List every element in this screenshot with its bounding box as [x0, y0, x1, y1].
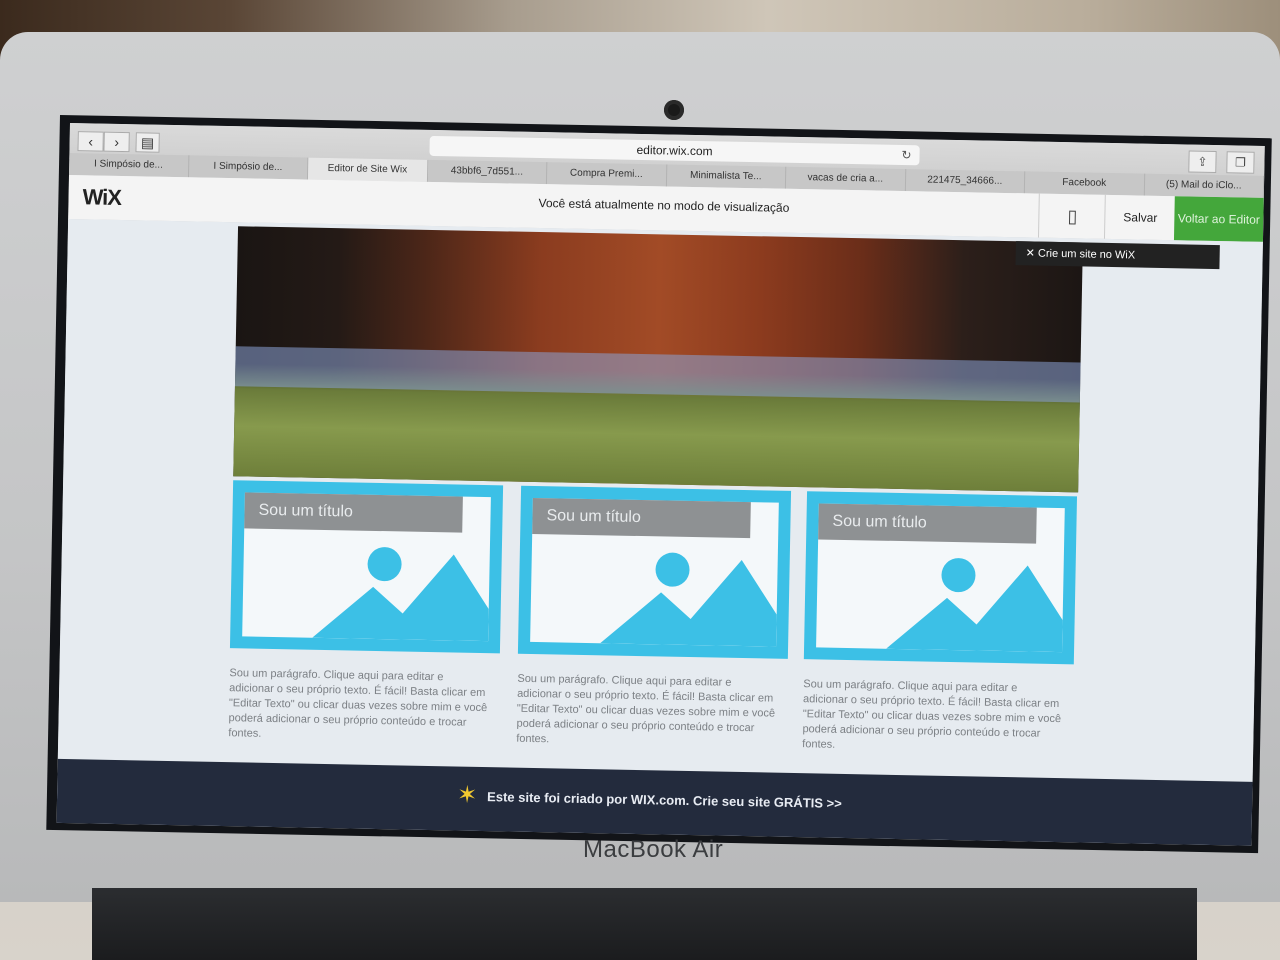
- preview-notice: Você está atualmente no modo de visualiz…: [538, 196, 790, 215]
- site-page: ✕ Crie um site no WiX Sou um título Sou …: [57, 218, 1263, 782]
- image-card[interactable]: Sou um título: [229, 480, 504, 654]
- tab[interactable]: 221475_34666...: [905, 169, 1026, 194]
- wix-star-icon: ✶: [456, 781, 478, 809]
- back-to-editor-button[interactable]: Voltar ao Editor: [1173, 196, 1264, 242]
- tab[interactable]: (5) Mail do iClo...: [1144, 173, 1265, 198]
- reload-icon[interactable]: ↻: [901, 145, 911, 165]
- card-title[interactable]: Sou um título: [532, 497, 751, 539]
- share-icon[interactable]: ⇪: [1188, 150, 1217, 174]
- tab[interactable]: vacas de cria a...: [785, 166, 906, 192]
- footer-text[interactable]: Este site foi criado por WIX.com. Crie s…: [487, 789, 842, 811]
- card-title[interactable]: Sou um título: [244, 492, 463, 533]
- card-title[interactable]: Sou um título: [818, 503, 1037, 544]
- laptop-screen: ‹ › ▤ editor.wix.com ↻ ⇪ ❐ I Simpósio de…: [56, 123, 1265, 846]
- forward-arrow-icon[interactable]: ›: [103, 131, 130, 153]
- tabs-overview-icon[interactable]: ❐: [1226, 151, 1255, 174]
- mountain-icon: [600, 559, 777, 647]
- webcam: [664, 100, 684, 120]
- hero-cattle-image: [233, 226, 1083, 493]
- tab[interactable]: Minimalista Te...: [666, 164, 787, 189]
- card-image-placeholder: Sou um título: [530, 497, 779, 647]
- tab[interactable]: I Simpósio de...: [69, 152, 189, 178]
- hero-sky: [234, 346, 1081, 403]
- mobile-view-icon[interactable]: ▯: [1037, 193, 1106, 239]
- image-card[interactable]: Sou um título: [517, 485, 792, 659]
- save-button[interactable]: Salvar: [1103, 194, 1176, 241]
- create-site-text: Crie um site no WiX: [1037, 247, 1136, 262]
- tab-active[interactable]: Editor de Site Wix: [307, 157, 428, 182]
- image-card[interactable]: Sou um título: [803, 491, 1078, 665]
- card-paragraph[interactable]: Sou um parágrafo. Clique aqui para edita…: [516, 672, 777, 752]
- mountain-icon: [886, 565, 1063, 653]
- device-label: MacBook Air: [583, 836, 724, 863]
- tab[interactable]: I Simpósio de...: [188, 155, 309, 180]
- create-site-tooltip[interactable]: ✕ Crie um site no WiX: [1015, 241, 1220, 270]
- laptop-hinge: [92, 888, 1197, 960]
- tab[interactable]: 43bbf6_7d551...: [427, 159, 548, 185]
- card-paragraph[interactable]: Sou um parágrafo. Clique aqui para edita…: [802, 677, 1063, 757]
- wix-logo[interactable]: WiX: [82, 184, 121, 211]
- tab[interactable]: Facebook: [1024, 171, 1145, 196]
- sidebar-icon[interactable]: ▤: [135, 132, 160, 153]
- close-icon[interactable]: ✕: [1026, 247, 1039, 259]
- tab[interactable]: Compra Premi...: [546, 162, 667, 187]
- address-text: editor.wix.com: [636, 142, 713, 159]
- toolbar-actions: ⇪ ❐: [1188, 150, 1255, 174]
- mountain-icon: [312, 554, 489, 642]
- card-image-placeholder: Sou um título: [242, 492, 491, 642]
- card-image-placeholder: Sou um título: [816, 503, 1065, 653]
- back-arrow-icon[interactable]: ‹: [77, 131, 104, 152]
- card-paragraph[interactable]: Sou um parágrafo. Clique aqui para edita…: [228, 666, 489, 746]
